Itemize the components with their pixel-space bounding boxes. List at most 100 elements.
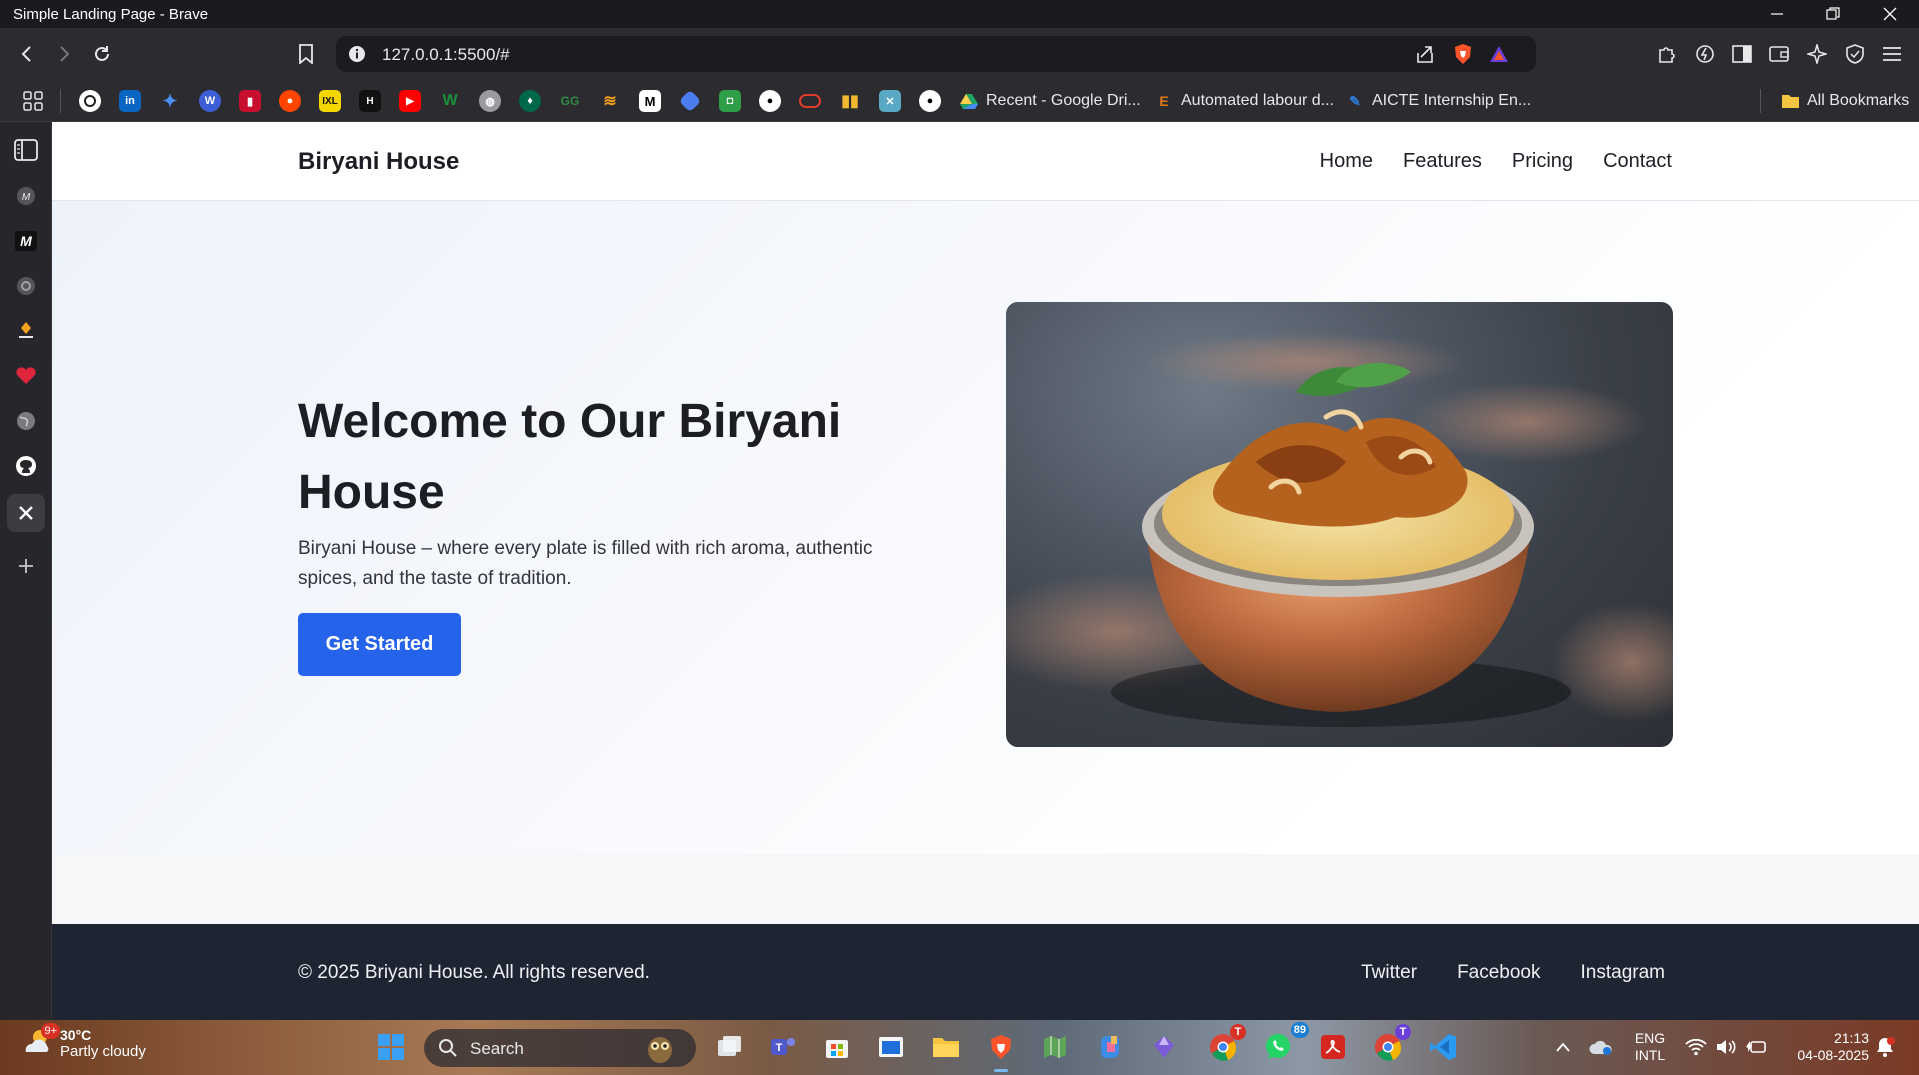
wallet-button[interactable]: [1762, 37, 1796, 71]
brave-taskbar-button[interactable]: [984, 1030, 1018, 1072]
show-hidden-icons-button[interactable]: [1546, 1030, 1580, 1064]
address-bar[interactable]: 127.0.0.1:5500/#: [336, 36, 1536, 72]
diamond-icon[interactable]: [678, 89, 702, 113]
nav-link-home[interactable]: Home: [1320, 150, 1373, 173]
chrome-button-1[interactable]: T: [1206, 1024, 1246, 1064]
language-indicator[interactable]: ENG INTL: [1627, 1030, 1673, 1064]
wordpress-icon[interactable]: W: [199, 90, 221, 112]
sidebar-item-target[interactable]: [10, 270, 42, 302]
reload-button[interactable]: [85, 37, 119, 71]
m-square-icon: M: [15, 231, 37, 251]
sidebar-item-m-circle[interactable]: M: [10, 180, 42, 212]
medium-icon[interactable]: M: [639, 90, 661, 112]
app-button-gem[interactable]: [1147, 1030, 1181, 1064]
globe-icon[interactable]: ◍: [479, 90, 501, 112]
get-started-button[interactable]: Get Started: [298, 613, 461, 676]
vpn-button[interactable]: [1838, 37, 1872, 71]
browser-toolbar: 127.0.0.1:5500/#: [0, 28, 1919, 80]
sidebar-item-github[interactable]: [10, 450, 42, 482]
app-button-blue[interactable]: [874, 1030, 908, 1064]
sidebar-toggle-button[interactable]: [1725, 37, 1759, 71]
mongodb-icon[interactable]: ♦: [519, 90, 541, 112]
stackoverflow-icon[interactable]: ≋: [599, 90, 621, 112]
sidebar-panel-button[interactable]: [10, 134, 42, 166]
shield-icon: [1846, 44, 1864, 64]
chatgpt-icon[interactable]: [79, 90, 101, 112]
sparkle-icon: [1807, 44, 1827, 64]
android-icon[interactable]: ◘: [719, 90, 741, 112]
sidebar-item-stackoverflow[interactable]: [10, 315, 42, 347]
battery-button[interactable]: [1739, 1030, 1773, 1064]
whatsapp-button[interactable]: 89: [1261, 1022, 1309, 1064]
bookmark-page-button[interactable]: [289, 37, 323, 71]
reddit-icon[interactable]: ●: [279, 90, 301, 112]
share-icon[interactable]: [1412, 42, 1438, 66]
speedreader-button[interactable]: [1688, 37, 1722, 71]
wifi-button[interactable]: [1679, 1030, 1713, 1064]
gemini-icon[interactable]: ✦: [159, 90, 181, 112]
sidebar-item-x[interactable]: [7, 494, 45, 532]
sidebar-panel-icon: [14, 139, 38, 161]
forward-button[interactable]: [47, 37, 81, 71]
hackerrank-icon[interactable]: H: [359, 90, 381, 112]
geeksforgeeks-icon[interactable]: GG: [559, 90, 581, 112]
taskbar-search[interactable]: Search: [424, 1029, 696, 1067]
site-brand[interactable]: Biryani House: [298, 148, 459, 176]
sidebar-add-button[interactable]: [10, 550, 42, 582]
oracle-icon[interactable]: [799, 94, 821, 108]
bookmark-recent-drive[interactable]: Recent - Google Dri...: [960, 88, 1141, 114]
tool-icon[interactable]: ✕: [879, 90, 901, 112]
bookmark-red-icon[interactable]: ▮: [239, 90, 261, 112]
app-button-map[interactable]: [1038, 1030, 1072, 1064]
all-bookmarks-folder[interactable]: All Bookmarks: [1781, 88, 1909, 114]
microsoft-store-button[interactable]: [820, 1030, 854, 1064]
ixl-icon[interactable]: IXL: [319, 90, 341, 112]
pdf-icon: [1321, 1035, 1345, 1059]
start-button[interactable]: [374, 1030, 408, 1064]
nav-link-features[interactable]: Features: [1403, 150, 1482, 173]
footer-links: Twitter Facebook Instagram: [1361, 962, 1665, 984]
owl-search-highlight-icon: [648, 1037, 672, 1063]
linkedin-icon[interactable]: in: [119, 90, 141, 112]
footer-link-instagram[interactable]: Instagram: [1581, 962, 1665, 984]
clock[interactable]: 21:13 04-08-2025: [1781, 1030, 1869, 1064]
restore-button[interactable]: [1805, 0, 1861, 28]
nav-link-pricing[interactable]: Pricing: [1512, 150, 1573, 173]
youtube-icon[interactable]: ▶: [399, 90, 421, 112]
sidebar-item-m-square[interactable]: M: [10, 225, 42, 257]
teams-button[interactable]: T: [766, 1030, 800, 1064]
sidebar-item-globe[interactable]: [10, 405, 42, 437]
wellfound-icon[interactable]: W: [439, 90, 461, 112]
menu-button[interactable]: [1875, 37, 1909, 71]
back-button[interactable]: [10, 37, 44, 71]
brave-rewards-icon[interactable]: [1486, 42, 1512, 66]
onedrive-button[interactable]: [1584, 1030, 1618, 1064]
copilot-button[interactable]: [1093, 1030, 1127, 1064]
apps-grid-icon[interactable]: [22, 90, 44, 112]
brave-shields-icon[interactable]: [1450, 42, 1476, 66]
url-text[interactable]: 127.0.0.1:5500/#: [382, 45, 510, 65]
task-view-button[interactable]: [713, 1030, 747, 1064]
bookmark-automated-labour[interactable]: E Automated labour d...: [1155, 88, 1334, 114]
leo-ai-button[interactable]: [1800, 37, 1834, 71]
chrome-button-2[interactable]: T: [1371, 1024, 1411, 1064]
footer-link-twitter[interactable]: Twitter: [1361, 962, 1417, 984]
volume-button[interactable]: [1709, 1030, 1743, 1064]
site-info-icon[interactable]: [346, 43, 368, 65]
nav-link-contact[interactable]: Contact: [1603, 150, 1672, 173]
sidebar-item-heart[interactable]: [10, 360, 42, 392]
weather-widget[interactable]: 9+ 30°C Partly cloudy: [22, 1023, 146, 1060]
wifi-icon: [1685, 1038, 1707, 1056]
vscode-button[interactable]: [1426, 1030, 1460, 1064]
notifications-button[interactable]: [1868, 1030, 1902, 1064]
extensions-button[interactable]: [1650, 37, 1684, 71]
acrobat-button[interactable]: [1316, 1030, 1350, 1064]
file-explorer-button[interactable]: [929, 1030, 963, 1064]
footer-link-facebook[interactable]: Facebook: [1457, 962, 1540, 984]
analytics-icon[interactable]: ▮▮: [839, 90, 861, 112]
github-icon-2[interactable]: ●: [919, 90, 941, 112]
close-window-button[interactable]: [1862, 0, 1918, 28]
bookmark-aicte[interactable]: ✎ AICTE Internship En...: [1346, 88, 1531, 114]
github-icon[interactable]: ●: [759, 90, 781, 112]
minimize-button[interactable]: [1749, 0, 1805, 28]
